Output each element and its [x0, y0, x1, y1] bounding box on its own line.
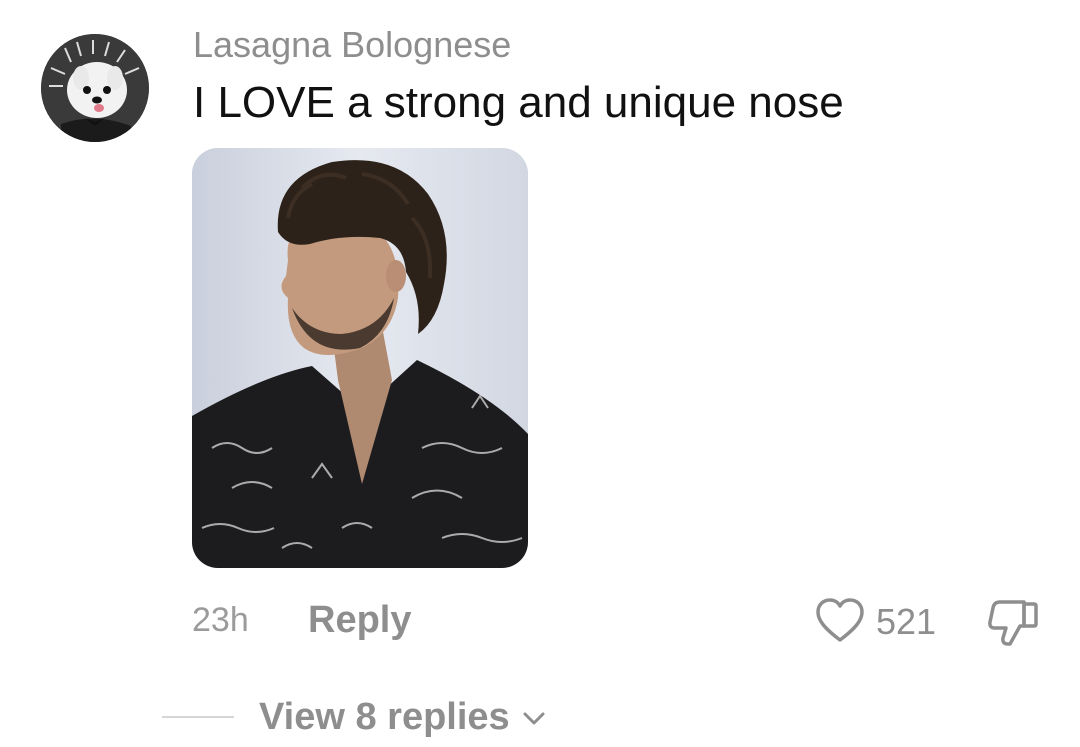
comment-photo[interactable] — [192, 148, 528, 568]
chevron-down-icon — [523, 712, 545, 724]
like-count: 521 — [876, 601, 937, 642]
comment-text: I LOVE a strong and unique nose — [193, 78, 844, 127]
avatar[interactable] — [41, 34, 149, 142]
view-replies-label: View 8 replies — [259, 696, 510, 738]
view-replies-button[interactable]: View 8 replies — [259, 696, 548, 739]
dog-avatar-icon — [41, 34, 149, 142]
comment-timestamp: 23h — [192, 601, 249, 639]
replies-divider — [162, 716, 234, 718]
reply-button[interactable]: Reply — [308, 599, 411, 642]
thumbs-down-icon[interactable] — [986, 596, 1040, 650]
photo-man-profile-icon — [192, 148, 528, 568]
like-group: 521 — [814, 596, 936, 648]
comment-author[interactable]: Lasagna Bolognese — [193, 24, 511, 66]
heart-icon[interactable] — [814, 596, 866, 648]
